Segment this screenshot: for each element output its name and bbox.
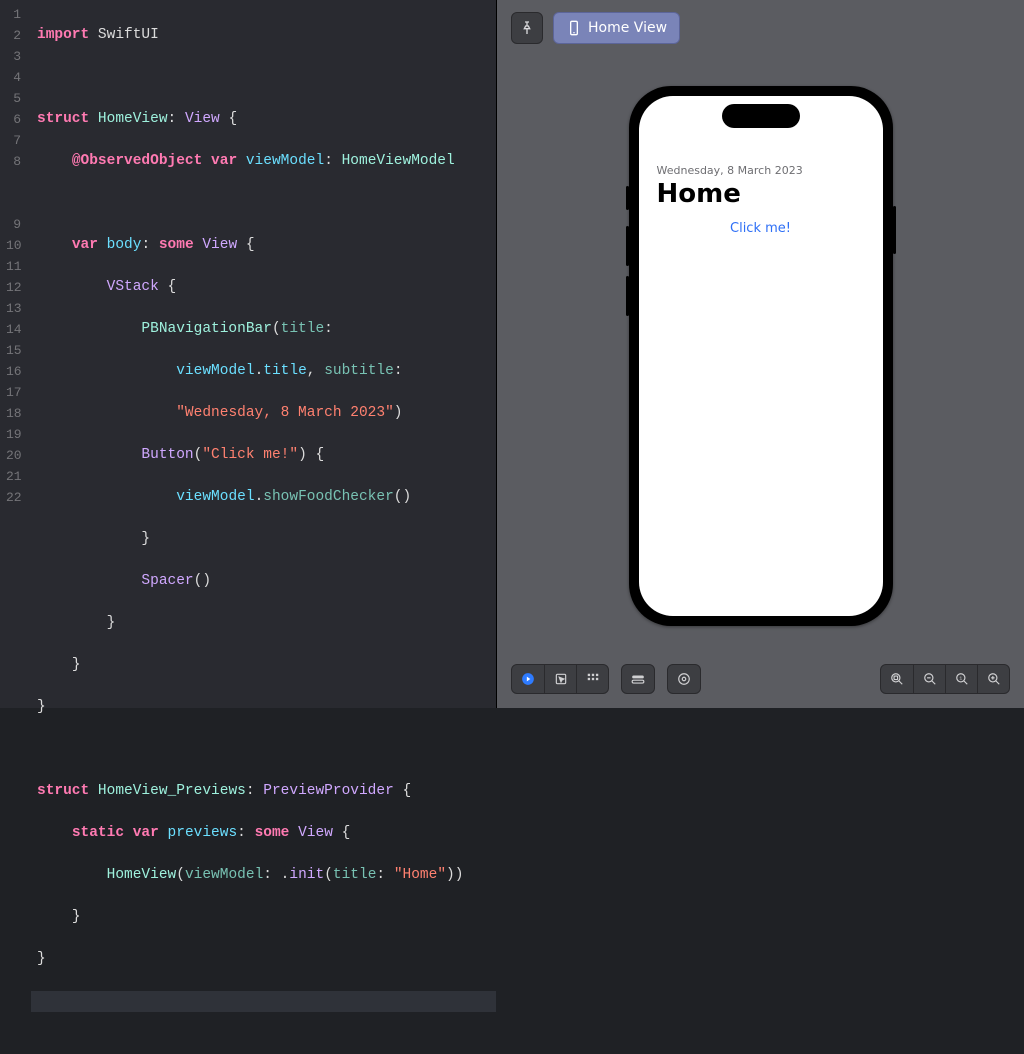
selectable-button[interactable] bbox=[544, 664, 576, 694]
variants-button[interactable] bbox=[576, 664, 608, 694]
zoom-fit-icon bbox=[890, 672, 904, 686]
zoom-out-button[interactable] bbox=[913, 664, 945, 694]
preview-chip[interactable]: Home View bbox=[553, 12, 680, 44]
phone-icon bbox=[566, 20, 582, 36]
pin-icon bbox=[519, 20, 535, 36]
preview-stage[interactable]: Wednesday, 8 March 2023 Home Click me! bbox=[497, 56, 1024, 708]
device-toggle-icon bbox=[630, 672, 646, 686]
zoom-100-icon: 1 bbox=[955, 672, 969, 686]
preview-chip-label: Home View bbox=[588, 20, 667, 36]
iphone-screen: Wednesday, 8 March 2023 Home Click me! bbox=[639, 96, 883, 616]
nav-title: Home bbox=[657, 179, 865, 209]
svg-text:1: 1 bbox=[959, 676, 962, 682]
click-me-button[interactable]: Click me! bbox=[657, 221, 865, 236]
zoom-actual-button[interactable]: 1 bbox=[945, 664, 977, 694]
live-preview-button[interactable] bbox=[512, 664, 544, 694]
preview-canvas: Home View Wednesday, 8 March 2023 Home C… bbox=[497, 0, 1024, 708]
device-settings-button[interactable] bbox=[622, 664, 654, 694]
code-content[interactable]: import SwiftUI struct HomeView: View { @… bbox=[31, 0, 496, 708]
line-gutter: 12345678 91011121314 1516171819202122 bbox=[0, 0, 31, 708]
variants-icon bbox=[677, 672, 691, 686]
cursor-icon bbox=[554, 672, 568, 686]
nav-subtitle: Wednesday, 8 March 2023 bbox=[657, 164, 865, 177]
canvas-header: Home View bbox=[497, 0, 1024, 56]
dynamic-island bbox=[722, 104, 800, 128]
preview-settings-button[interactable] bbox=[668, 664, 700, 694]
zoom-out-icon bbox=[923, 672, 937, 686]
code-editor[interactable]: 12345678 91011121314 1516171819202122 im… bbox=[0, 0, 497, 708]
grid-icon bbox=[586, 672, 600, 686]
play-icon bbox=[521, 672, 535, 686]
zoom-in-icon bbox=[987, 672, 1001, 686]
zoom-in-button[interactable] bbox=[977, 664, 1009, 694]
zoom-fit-button[interactable] bbox=[881, 664, 913, 694]
pin-button[interactable] bbox=[511, 12, 543, 44]
canvas-toolbar: 1 bbox=[511, 664, 1010, 694]
iphone-mockup: Wednesday, 8 March 2023 Home Click me! bbox=[629, 86, 893, 626]
